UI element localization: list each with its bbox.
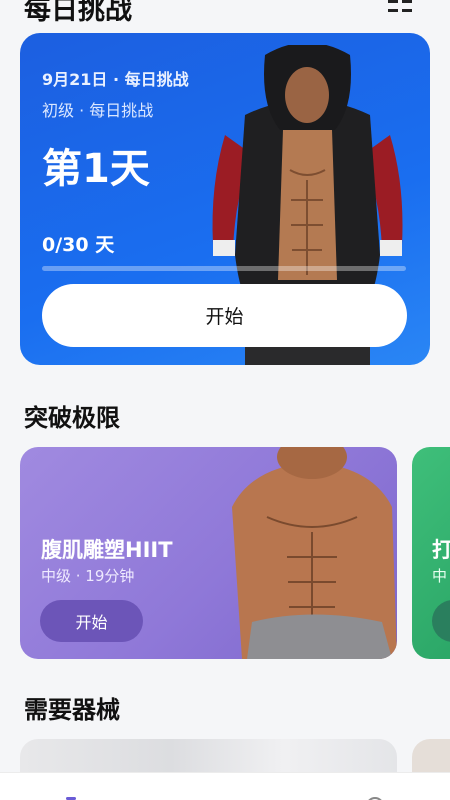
workout-meta: 中: [432, 567, 448, 585]
daily-day-number: 第1天: [42, 146, 150, 192]
daily-progress-text: 0/30 天: [42, 234, 115, 256]
daily-challenge-card[interactable]: 9月21日 · 每日挑战 初级 · 每日挑战 第1天 0/30 天 开始: [20, 33, 430, 365]
daily-date: 9月21日 · 每日挑战: [42, 70, 189, 89]
app-screen: 每日挑战 9月21日 · 每日挑战 初级 · 每日挑战 第1天 0/30 天 开…: [0, 0, 450, 800]
section-title-breakthrough: 突破极限: [24, 404, 120, 432]
page-title: 每日挑战: [24, 0, 132, 26]
workout-meta: 中级 · 19分钟: [41, 567, 135, 585]
daily-start-button[interactable]: 开始: [42, 284, 407, 347]
section-title-equipment: 需要器械: [24, 696, 120, 724]
workout-card-hiit[interactable]: 腹肌雕塑HIIT 中级 · 19分钟 开始: [20, 447, 397, 659]
workout-start-button[interactable]: [432, 600, 450, 642]
workout-title: 打: [432, 538, 450, 562]
workout-title: 腹肌雕塑HIIT: [41, 538, 173, 562]
bottom-nav: [0, 772, 450, 800]
daily-level: 初级 · 每日挑战: [42, 101, 154, 120]
workout-start-button[interactable]: 开始: [40, 600, 143, 642]
athlete-torso-image: [232, 447, 397, 659]
workout-card-next[interactable]: 打 中: [412, 447, 450, 659]
daily-progress-bar: [42, 266, 406, 271]
grid-icon[interactable]: [388, 0, 412, 14]
